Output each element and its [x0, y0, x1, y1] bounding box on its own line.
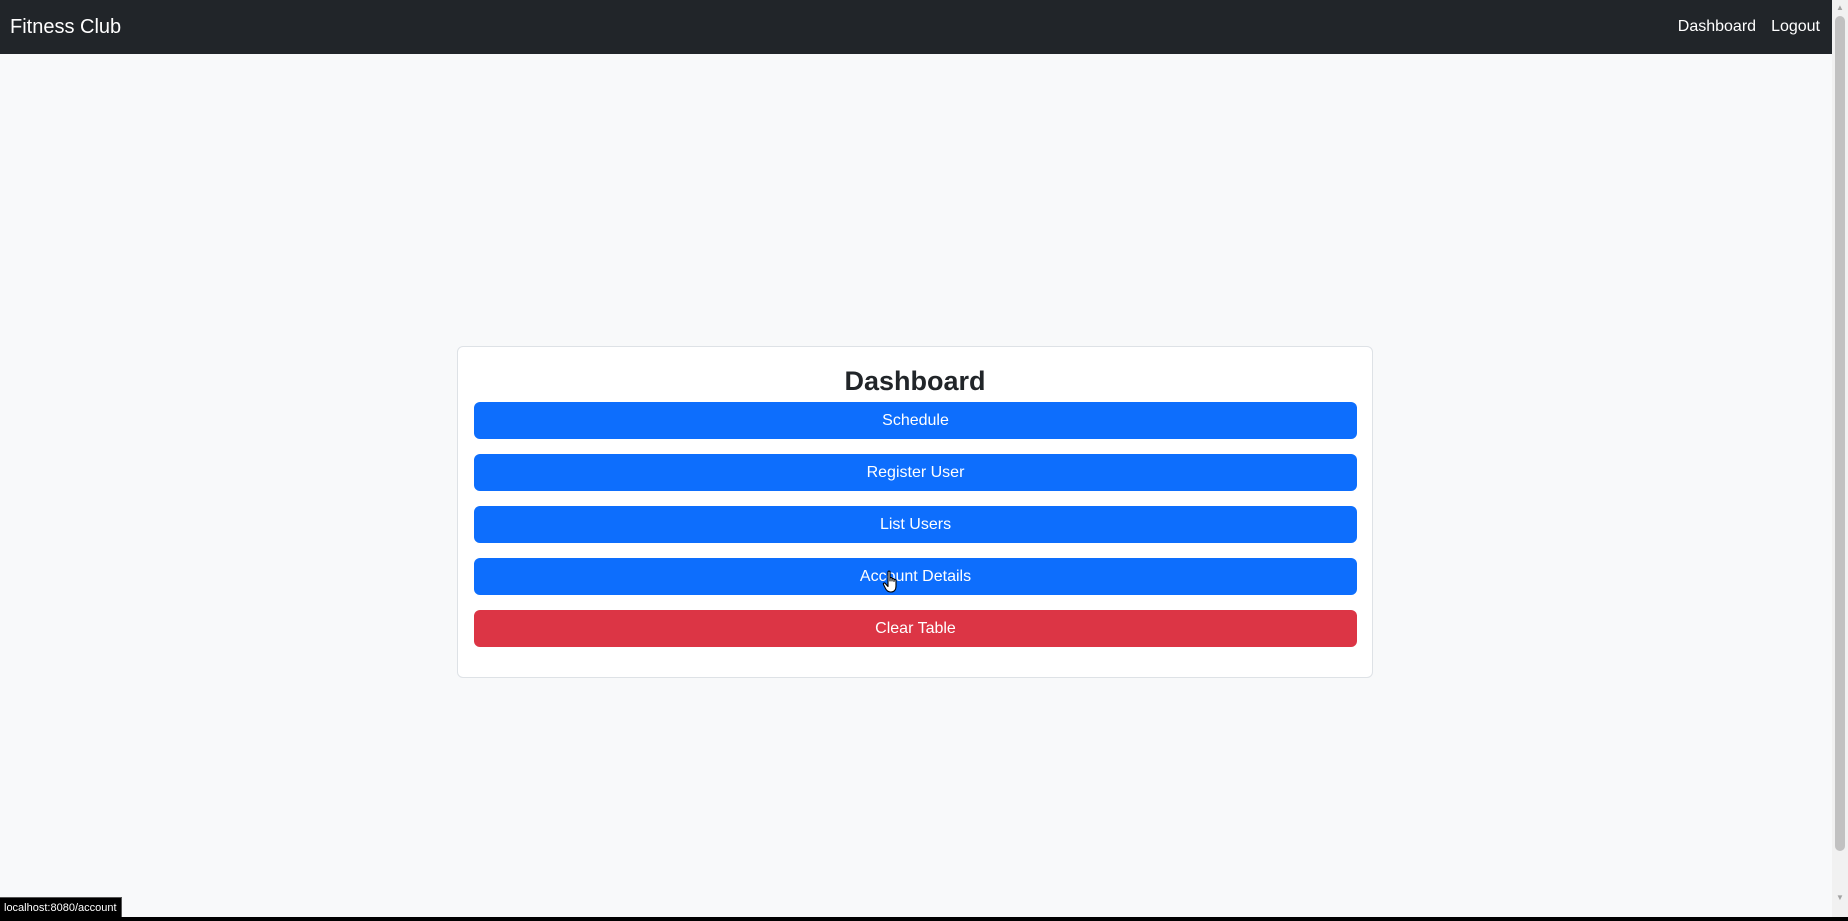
vertical-scrollbar[interactable]: ▲ ▼ — [1832, 0, 1848, 921]
top-navbar: Fitness Club Dashboard Logout — [0, 0, 1832, 54]
clear-table-button[interactable]: Clear Table — [474, 610, 1357, 647]
account-details-button[interactable]: Account Details — [474, 558, 1357, 595]
nav-link-dashboard[interactable]: Dashboard — [1678, 18, 1756, 36]
list-users-button[interactable]: List Users — [474, 506, 1357, 543]
scroll-thumb[interactable] — [1835, 16, 1845, 851]
register-user-button[interactable]: Register User — [474, 454, 1357, 491]
brand-link[interactable]: Fitness Club — [10, 16, 121, 39]
card-title: Dashboard — [844, 366, 986, 396]
scroll-up-arrow-icon[interactable]: ▲ — [1832, 0, 1848, 16]
link-status-bar: localhost:8080/account — [0, 897, 122, 919]
dashboard-card: Dashboard Schedule Register User List Us… — [457, 346, 1373, 678]
bottom-strip — [0, 917, 1848, 921]
schedule-button[interactable]: Schedule — [474, 402, 1357, 439]
nav-links: Dashboard Logout — [1678, 18, 1820, 36]
nav-link-logout[interactable]: Logout — [1771, 18, 1820, 36]
scroll-down-arrow-icon[interactable]: ▼ — [1832, 890, 1848, 906]
hand-pointer-icon — [882, 570, 897, 593]
